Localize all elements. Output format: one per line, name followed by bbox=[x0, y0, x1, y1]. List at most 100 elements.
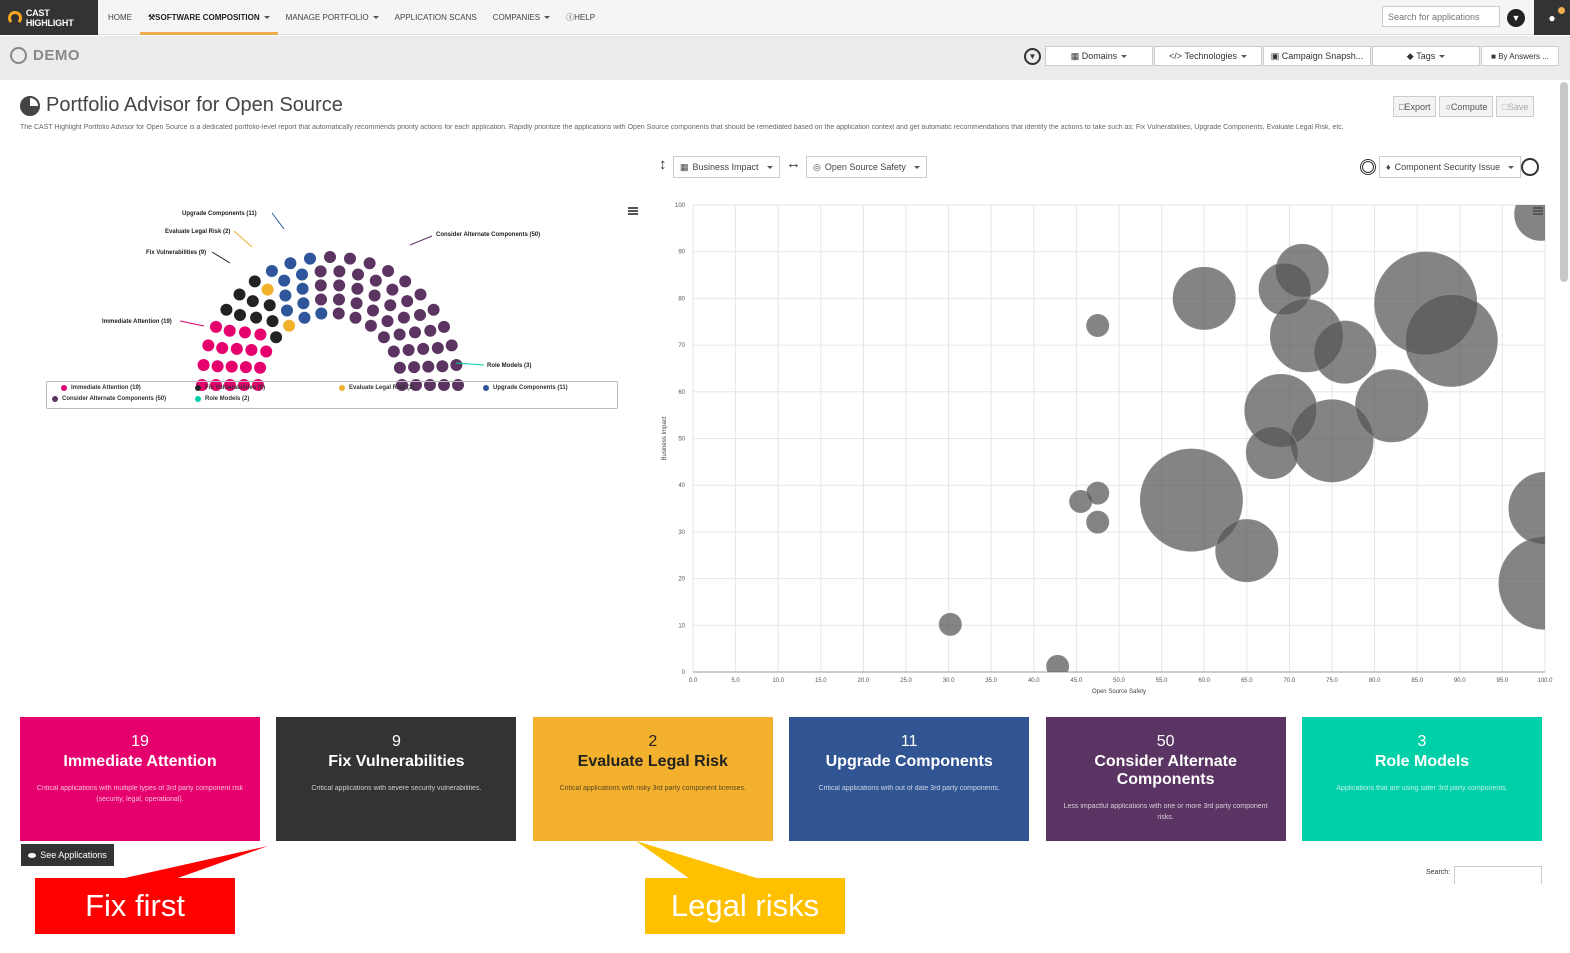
filter-icon[interactable]: ▼ bbox=[1507, 9, 1525, 27]
technologies-dropdown[interactable]: </> Technologies bbox=[1154, 46, 1262, 66]
parliament-seat[interactable] bbox=[363, 257, 376, 270]
parliament-seat[interactable] bbox=[367, 304, 379, 317]
card-consider-alternate-components[interactable]: 50 Consider Alternate Components Less impa… bbox=[1045, 717, 1286, 841]
parliament-seat[interactable] bbox=[245, 344, 258, 356]
parliament-seat[interactable] bbox=[197, 359, 210, 371]
parliament-seat[interactable] bbox=[281, 304, 293, 317]
parliament-seat[interactable] bbox=[315, 293, 327, 306]
parliament-seat[interactable] bbox=[298, 311, 311, 324]
table-search-input[interactable] bbox=[1454, 866, 1542, 884]
parliament-seat[interactable] bbox=[402, 344, 415, 356]
parliament-seat[interactable] bbox=[436, 360, 449, 373]
bubble-point[interactable] bbox=[1498, 536, 1565, 630]
parliament-seat[interactable] bbox=[265, 265, 278, 277]
parliament-seat[interactable] bbox=[386, 283, 399, 296]
parliament-seat[interactable] bbox=[279, 289, 292, 302]
parliament-seat[interactable] bbox=[211, 360, 224, 373]
bubble-point[interactable] bbox=[1086, 510, 1110, 534]
legend-item[interactable]: Upgrade Components (11) bbox=[483, 385, 568, 391]
parliament-seat[interactable] bbox=[296, 268, 308, 281]
parliament-seat[interactable] bbox=[399, 275, 412, 288]
parliament-seat[interactable] bbox=[351, 282, 364, 295]
save-button[interactable]: □ Save bbox=[1496, 96, 1535, 117]
parliament-seat[interactable] bbox=[364, 319, 377, 332]
parliament-seat[interactable] bbox=[450, 359, 463, 371]
parliament-seat[interactable] bbox=[393, 328, 406, 341]
parliament-seat[interactable] bbox=[202, 339, 215, 352]
bubble-point[interactable] bbox=[1508, 472, 1565, 546]
parliament-seat[interactable] bbox=[239, 326, 251, 339]
domains-dropdown[interactable]: ▦ Domains bbox=[1045, 46, 1153, 66]
parliament-seat[interactable] bbox=[384, 299, 397, 312]
parliament-seat[interactable] bbox=[387, 345, 400, 358]
parliament-seat[interactable] bbox=[333, 265, 346, 278]
bubble-point[interactable] bbox=[938, 612, 962, 636]
parliament-seat[interactable] bbox=[349, 311, 362, 324]
parliament-seat[interactable] bbox=[261, 283, 274, 296]
export-button[interactable]: □ Export bbox=[1393, 96, 1437, 117]
parliament-seat[interactable] bbox=[393, 361, 406, 374]
parliament-seat[interactable] bbox=[445, 339, 458, 352]
parliament-seat[interactable] bbox=[333, 279, 346, 292]
parliament-seat[interactable] bbox=[438, 320, 450, 333]
parliament-seat[interactable] bbox=[296, 282, 309, 295]
legend-item[interactable]: Role Models (2) bbox=[195, 396, 249, 402]
bubble-point[interactable] bbox=[1046, 654, 1070, 677]
parliament-seat[interactable] bbox=[382, 265, 395, 277]
parliament-seat[interactable] bbox=[216, 342, 229, 354]
parliament-seat[interactable] bbox=[352, 268, 364, 281]
nav-item-application-scans[interactable]: APPLICATION SCANS bbox=[387, 0, 485, 35]
parliament-seat[interactable] bbox=[278, 274, 291, 287]
parliament-seat[interactable] bbox=[431, 342, 444, 354]
nav-item-home[interactable]: HOME bbox=[100, 0, 140, 35]
parliament-seat[interactable] bbox=[381, 315, 394, 328]
parliament-seat[interactable] bbox=[234, 309, 246, 321]
parliament-seat[interactable] bbox=[424, 324, 437, 337]
parliament-seat[interactable] bbox=[254, 328, 267, 341]
parliament-seat[interactable] bbox=[324, 251, 336, 263]
parliament-seat[interactable] bbox=[332, 307, 345, 320]
parliament-seat[interactable] bbox=[246, 295, 259, 308]
legend-item[interactable]: Immediate Attention (19) bbox=[61, 385, 141, 391]
nav-item-manage-portfolio[interactable]: MANAGE PORTFOLIO bbox=[278, 0, 387, 35]
speedometer-icon[interactable] bbox=[1521, 158, 1539, 176]
parliament-seat[interactable] bbox=[408, 361, 421, 374]
parliament-seat[interactable] bbox=[220, 303, 233, 316]
parliament-seat[interactable] bbox=[250, 311, 263, 324]
parliament-seat[interactable] bbox=[397, 311, 410, 324]
card-immediate-attention[interactable]: 19 Immediate Attention Critical applicatio… bbox=[20, 717, 260, 841]
parliament-seat[interactable] bbox=[260, 345, 273, 358]
parliament-seat[interactable] bbox=[315, 307, 328, 320]
bubble-point[interactable] bbox=[1514, 195, 1565, 241]
parliament-seat[interactable] bbox=[210, 320, 222, 333]
parliament-seat[interactable] bbox=[270, 331, 283, 344]
bubble-point[interactable] bbox=[1355, 369, 1429, 443]
bubble-point[interactable] bbox=[1086, 313, 1110, 337]
compute-button[interactable]: ○ Compute bbox=[1439, 96, 1494, 117]
parliament-seat[interactable] bbox=[248, 275, 261, 288]
parliament-seat[interactable] bbox=[377, 331, 390, 344]
parliament-seat[interactable] bbox=[333, 293, 345, 306]
parliament-seat[interactable] bbox=[263, 299, 276, 312]
parliament-seat[interactable] bbox=[233, 288, 246, 301]
parliament-seat[interactable] bbox=[314, 265, 327, 278]
see-applications-button[interactable]: See Applications bbox=[21, 844, 114, 866]
bubble-point[interactable] bbox=[1215, 519, 1279, 583]
chart-menu-icon[interactable] bbox=[628, 207, 638, 215]
parliament-seat[interactable] bbox=[225, 360, 238, 373]
size-metric-dropdown[interactable]: ♦ Component Security Issue bbox=[1379, 156, 1522, 178]
parliament-seat[interactable] bbox=[254, 361, 267, 374]
user-menu-button[interactable]: ● bbox=[1534, 0, 1570, 35]
answers-dropdown[interactable]: ■ By Answers ... bbox=[1481, 46, 1559, 66]
parliament-seat[interactable] bbox=[409, 326, 421, 339]
card-role-models[interactable]: 3 Role Models Applications that are using … bbox=[1302, 717, 1542, 841]
nav-item-companies[interactable]: COMPANIES bbox=[485, 0, 558, 35]
bubble-chart-menu-icon[interactable] bbox=[1533, 207, 1543, 215]
card-upgrade-components[interactable]: 11 Upgrade Components Critical application… bbox=[789, 717, 1030, 841]
parliament-seat[interactable] bbox=[266, 315, 279, 328]
card-evaluate-legal-risk[interactable]: 2 Evaluate Legal Risk Critical application… bbox=[532, 717, 773, 841]
filter-toggle-icon[interactable]: ▼ bbox=[1024, 48, 1041, 65]
y-axis-dropdown[interactable]: ▦ Business Impact bbox=[673, 156, 780, 178]
parliament-seat[interactable] bbox=[401, 295, 414, 308]
parliament-seat[interactable] bbox=[350, 297, 363, 310]
